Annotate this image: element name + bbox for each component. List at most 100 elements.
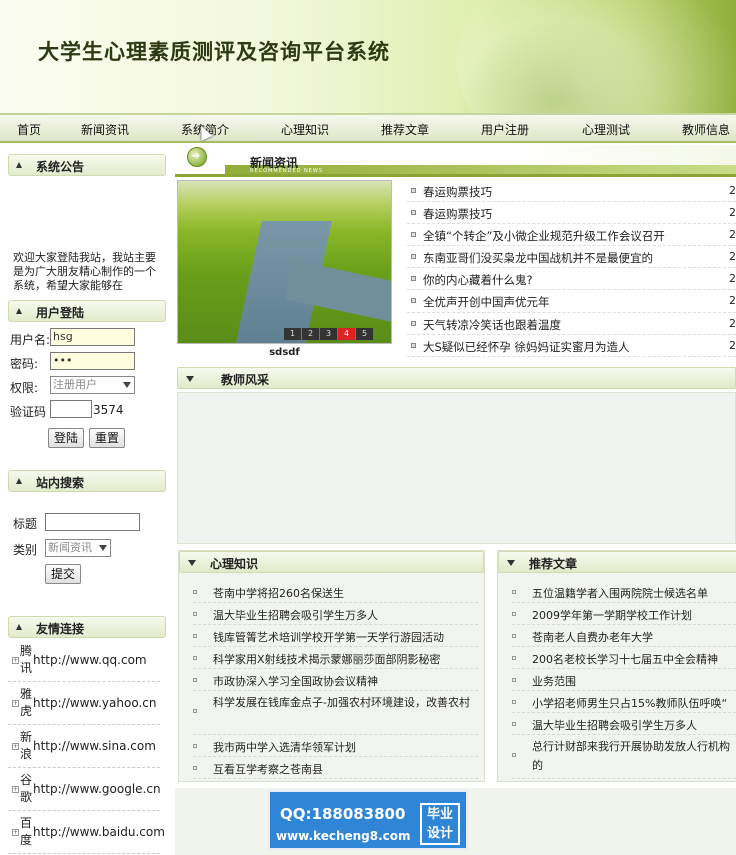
plus-icon: +: [12, 743, 19, 750]
link-item[interactable]: + 百度 http://www.baidu.com: [8, 811, 165, 854]
link-item[interactable]: + 谷歌 http://www.google.cn: [8, 768, 161, 811]
link-url[interactable]: http://www.yahoo.cn: [33, 696, 156, 710]
link-url[interactable]: http://www.qq.com: [33, 653, 147, 667]
recommend-item-title[interactable]: 小学招老师男生只占15%教师队伍呼唤“: [532, 695, 727, 711]
list-item[interactable]: 全优声开创中国声优元年 2: [407, 290, 736, 313]
nav-teachers[interactable]: 教师信息: [682, 121, 730, 138]
list-item[interactable]: 科学家用X射线技术揭示蒙娜丽莎面部阴影秘密: [193, 647, 478, 669]
news-slideshow-image[interactable]: 1 2 3 4 5: [177, 180, 392, 344]
list-item[interactable]: 你的内心藏着什么鬼? 2: [407, 268, 736, 291]
news-item-title[interactable]: 天气转凉冷笑话也跟着温度: [423, 317, 561, 333]
password-input[interactable]: •••: [50, 352, 135, 370]
recommend-item-title[interactable]: 总行计财部来我行开展协助发放人行机构的: [532, 737, 736, 775]
slideshow-caption[interactable]: sdsdf: [177, 347, 392, 358]
bullet-icon: [512, 753, 516, 757]
search-submit-button[interactable]: 提交: [45, 564, 81, 584]
knowledge-item-title[interactable]: 科学发展在钱库金点子-加强农村环境建设，改善农村: [213, 693, 478, 712]
news-item-date: 2: [729, 338, 736, 352]
triangle-icon: [16, 478, 22, 484]
link-item[interactable]: + 雅虎 http://www.yahoo.cn: [8, 682, 160, 725]
list-item[interactable]: 全镇“个转企”及小微企业规范升级工作会议召开 2: [407, 224, 736, 247]
list-item[interactable]: 苍南老人自费办老年大学: [512, 625, 736, 647]
recommend-item-title[interactable]: 苍南老人自费办老年大学: [532, 629, 653, 645]
knowledge-item-title[interactable]: 钱库管箐艺术培训学校开学第一天学行游园活动: [213, 629, 444, 645]
nav-register[interactable]: 用户注册: [481, 121, 529, 138]
notice-title: 系统公告: [36, 160, 85, 174]
news-item-title[interactable]: 全优声开创中国声优元年: [423, 294, 550, 310]
knowledge-item-title[interactable]: 温大毕业生招聘会吸引学生万多人: [213, 607, 378, 623]
list-item[interactable]: 东南亚哥们没买枭龙中国战机并不是最便宜的 2: [407, 246, 736, 269]
link-url[interactable]: http://www.baidu.com: [33, 825, 165, 839]
list-item[interactable]: 业务范围: [512, 669, 736, 691]
link-item[interactable]: + 新浪 http://www.sina.com: [8, 725, 160, 768]
knowledge-item-title[interactable]: 我市两中学入选清华领军计划: [213, 739, 356, 755]
list-item[interactable]: 200名老校长学习十七届五中全会精神: [512, 647, 736, 669]
news-item-title[interactable]: 春运购票技巧: [423, 184, 492, 200]
slideshow-page[interactable]: 1: [284, 328, 301, 340]
knowledge-item-title[interactable]: 市政协深入学习全国政协会议精神: [213, 673, 378, 689]
recommend-item-title[interactable]: 业务范围: [532, 673, 576, 689]
list-item[interactable]: 2009学年第一学期学校工作计划: [512, 603, 736, 625]
list-item[interactable]: 互看互学考察之苍南县: [193, 757, 478, 779]
recommend-item-title[interactable]: 200名老校长学习十七届五中全会精神: [532, 651, 718, 667]
list-item[interactable]: 小学招老师男生只占15%教师队伍呼唤“: [512, 691, 736, 713]
recommend-item-title[interactable]: 温大毕业生招聘会吸引学生万多人: [532, 717, 697, 733]
links-header: 友情连接: [8, 616, 166, 638]
list-item[interactable]: 我市两中学入选清华领军计划: [193, 735, 478, 757]
news-item-title[interactable]: 你的内心藏着什么鬼?: [423, 272, 533, 288]
list-item[interactable]: 总行计财部来我行开展协助发放人行机构的: [512, 735, 736, 779]
knowledge-header: 心理知识: [179, 551, 484, 573]
list-item[interactable]: 钱库管箐艺术培训学校开学第一天学行游园活动: [193, 625, 478, 647]
nav-home[interactable]: 首页: [17, 121, 41, 138]
news-item-title[interactable]: 全镇“个转企”及小微企业规范升级工作会议召开: [423, 228, 665, 244]
nav-articles[interactable]: 推荐文章: [381, 121, 429, 138]
slideshow-page[interactable]: 5: [356, 328, 373, 340]
search-type-select[interactable]: 新闻资讯: [45, 539, 111, 557]
link-name: 新浪: [20, 730, 33, 761]
news-item-date: 2: [729, 272, 736, 286]
list-item[interactable]: 五位温籍学者入围两院院士候选名单: [512, 581, 736, 603]
list-item[interactable]: 科学发展在钱库金点子-加强农村环境建设，改善农村: [193, 691, 478, 735]
link-url[interactable]: http://www.google.cn: [33, 782, 161, 796]
recommend-item-title[interactable]: 2009学年第一学期学校工作计划: [532, 607, 692, 623]
recommend-panel: 推荐文章 五位温籍学者入围两院院士候选名单 2009学年第一学期学校工作计划 苍…: [497, 550, 736, 782]
nav-news[interactable]: 新闻资讯: [81, 121, 129, 138]
username-input[interactable]: hsg: [50, 328, 135, 346]
list-item[interactable]: 春运购票技巧 2: [407, 202, 736, 225]
list-item[interactable]: 天气转凉冷笑话也跟着温度 2: [407, 313, 736, 335]
link-item[interactable]: + 腾讯 http://www.qq.com: [8, 639, 160, 682]
knowledge-title: 心理知识: [210, 557, 259, 571]
nav-knowledge[interactable]: 心理知识: [281, 121, 329, 138]
list-item[interactable]: 大S疑似已经怀孕 徐妈妈证实蜜月为造人 2: [407, 335, 736, 357]
knowledge-item-title[interactable]: 科学家用X射线技术揭示蒙娜丽莎面部阴影秘密: [213, 651, 441, 667]
knowledge-item-title[interactable]: 互看互学考察之苍南县: [213, 761, 323, 777]
list-item[interactable]: 市政协深入学习全国政协会议精神: [193, 669, 478, 691]
list-item[interactable]: 温大毕业生招聘会吸引学生万多人: [512, 713, 736, 735]
slideshow-page[interactable]: 3: [320, 328, 337, 340]
slideshow-page[interactable]: 2: [302, 328, 319, 340]
news-item-title[interactable]: 大S疑似已经怀孕 徐妈妈证实蜜月为造人: [423, 339, 629, 355]
captcha-input[interactable]: [50, 400, 92, 418]
news-item-title[interactable]: 东南亚哥们没买枭龙中国战机并不是最便宜的: [423, 250, 653, 266]
list-item[interactable]: 温大毕业生招聘会吸引学生万多人: [193, 603, 478, 625]
slideshow-page-active[interactable]: 4: [338, 328, 355, 340]
left-sidebar: 系统公告 欢迎大家登陆我站，我站主要是为广大朋友精心制作的一个系统，希望大家能够…: [0, 145, 170, 855]
knowledge-item-title[interactable]: 苍南中学将招260名保送生: [213, 585, 344, 601]
search-input[interactable]: [45, 513, 140, 531]
login-button[interactable]: 登陆: [48, 428, 84, 448]
recommend-item-title[interactable]: 五位温籍学者入围两院院士候选名单: [532, 585, 708, 601]
list-item[interactable]: 苍南中学将招260名保送生: [193, 581, 478, 603]
chevron-down-icon: [99, 545, 107, 551]
list-item[interactable]: 春运购票技巧 2: [407, 180, 736, 203]
bullet-icon: [411, 188, 416, 193]
plus-icon: +: [12, 786, 19, 793]
bullet-icon: [411, 254, 416, 260]
reset-button[interactable]: 重置: [89, 428, 125, 448]
news-item-title[interactable]: 春运购票技巧: [423, 206, 492, 222]
nav-test[interactable]: 心理测试: [582, 121, 630, 138]
bullet-icon: [512, 722, 516, 726]
bullet-icon: [193, 634, 197, 638]
bullet-icon: [411, 342, 416, 348]
link-url[interactable]: http://www.sina.com: [33, 739, 156, 753]
role-select[interactable]: 注册用户: [50, 376, 135, 394]
